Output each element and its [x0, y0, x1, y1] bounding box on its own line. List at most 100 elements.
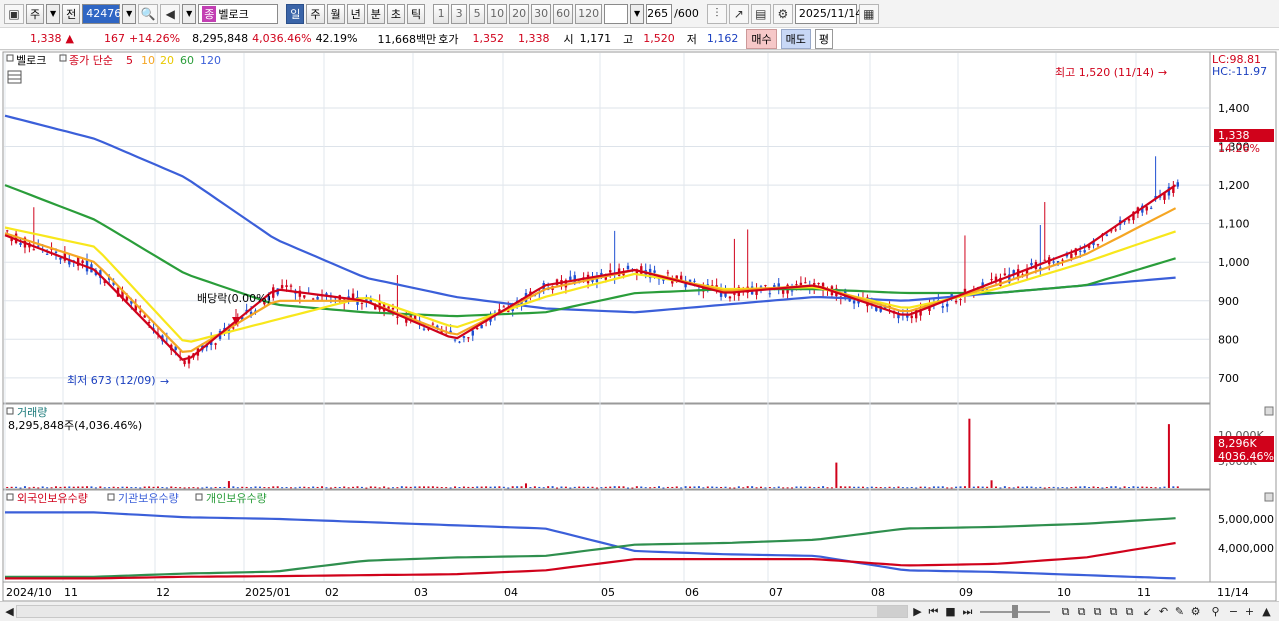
volume-bar [1061, 487, 1064, 489]
calendar-icon[interactable]: ▦ [858, 3, 879, 24]
volume-bar [972, 486, 975, 488]
layout-icon[interactable]: ⧉ [1074, 604, 1089, 619]
volume-bar [1039, 486, 1042, 488]
volume-bar [600, 487, 603, 489]
chart-toolbar: ▣ 주 ▼ 전 424760 ▼ 🔍 ◀ ▼ 종 벨로크 일 주 월 년 분 초… [0, 0, 1279, 28]
volume-bar [861, 486, 864, 488]
layout-icon[interactable]: ⧉ [1106, 604, 1121, 619]
volume-bar [813, 487, 816, 489]
volume-bar [99, 486, 102, 488]
volume-bar [866, 487, 869, 489]
scroll-right-icon[interactable]: ▶ [910, 604, 925, 619]
chevron-down-icon[interactable]: ▼ [630, 3, 645, 24]
interval-60-button[interactable]: 60 [553, 3, 574, 24]
search-icon[interactable]: 🔍 [138, 3, 159, 24]
volume-bar [312, 486, 315, 488]
volume-bar [1136, 486, 1139, 488]
period-tick-button[interactable]: 틱 [407, 3, 426, 24]
low-label: 저 [686, 32, 697, 46]
zoom-icon[interactable]: ⚲ [1208, 604, 1223, 619]
gear-icon[interactable]: ⚙ [772, 3, 793, 24]
edit-icon[interactable]: ✎ [1172, 604, 1187, 619]
settings-icon[interactable]: ⚙ [1188, 604, 1203, 619]
window-menu-icon[interactable]: ▣ [4, 3, 24, 24]
chevron-down-icon[interactable]: ▼ [182, 3, 197, 24]
zoom-in-icon[interactable]: + [1242, 604, 1257, 619]
interval-10-button[interactable]: 10 [487, 3, 508, 24]
volume-bar [458, 487, 461, 489]
chart-scroll-track[interactable] [16, 605, 908, 618]
panel-close-icon[interactable] [1264, 406, 1274, 416]
stock-name-field[interactable]: 종 벨로크 [198, 3, 279, 24]
layout-icon[interactable]: ⧉ [1090, 604, 1105, 619]
price-chart-svg[interactable]: 1,4001,3001,2001,1001,000900800700 2024/… [0, 51, 1279, 602]
period-month-button[interactable]: 월 [326, 3, 345, 24]
period-second-button[interactable]: 초 [386, 3, 405, 24]
sell-button[interactable]: 매도 [780, 28, 811, 49]
interval-30-button[interactable]: 30 [531, 3, 552, 24]
zoom-slider-handle[interactable] [1012, 605, 1018, 618]
period-select[interactable]: 주 [26, 3, 45, 24]
volume-bar [498, 486, 501, 488]
interval-1-button[interactable]: 1 [433, 3, 450, 24]
bar-count-input[interactable]: 265 [646, 3, 673, 24]
volume-bar [179, 487, 182, 489]
candle-body [45, 253, 49, 255]
volume-bar [201, 487, 204, 489]
stop-icon[interactable]: ■ [943, 604, 958, 619]
volume-bar [493, 486, 496, 488]
volume-bar [1128, 486, 1131, 488]
panel-close-icon[interactable] [1264, 492, 1274, 502]
candle-body [1043, 259, 1046, 261]
rewind-icon[interactable]: ⏮ [926, 604, 941, 619]
period-day-button[interactable]: 일 [286, 3, 305, 24]
scroll-left-icon[interactable]: ◀ [2, 604, 17, 619]
speaker-icon[interactable]: ◀ [160, 3, 181, 24]
save-icon[interactable]: ▤ [750, 3, 771, 24]
chart-scroll-thumb[interactable] [877, 606, 907, 617]
measure-icon[interactable]: ↙ [1140, 604, 1155, 619]
volume-bar [950, 487, 953, 489]
volume-bar [937, 486, 940, 488]
interval-20-button[interactable]: 20 [509, 3, 530, 24]
volume-bar [1017, 486, 1020, 488]
chart-area[interactable]: 1,400 1,300 1,200 1,100 1,000 900 800 700 2024/… [0, 51, 1279, 602]
volume-bar [289, 487, 292, 489]
volume-bar [63, 486, 66, 488]
turnover-pct: 42.19% [315, 32, 358, 45]
volume-bar [134, 487, 137, 489]
fit-icon[interactable]: ▲ [1259, 604, 1274, 619]
period-year-button[interactable]: 년 [346, 3, 365, 24]
chevron-down-icon[interactable]: ▼ [46, 3, 61, 24]
chart-type-icon[interactable]: ⫶ [706, 3, 727, 24]
draw-tool-icon[interactable]: ↗ [728, 3, 749, 24]
even-button[interactable]: 평 [814, 28, 833, 49]
prev-button[interactable]: 전 [62, 3, 81, 24]
layout-icon[interactable]: ⧉ [1122, 604, 1137, 619]
forward-icon[interactable]: ⏭ [960, 604, 975, 619]
date-input[interactable]: 2025/11/14 [794, 3, 862, 24]
table-icon[interactable] [7, 70, 22, 84]
period-week-button[interactable]: 주 [306, 3, 325, 24]
candle-body [1083, 250, 1086, 253]
volume-bar [728, 487, 731, 489]
code-dropdown-icon[interactable]: ▼ [122, 3, 137, 24]
interval-120-button[interactable]: 120 [575, 3, 603, 24]
volume-bar [418, 486, 421, 488]
candle-body [666, 272, 670, 274]
period-minute-button[interactable]: 분 [366, 3, 385, 24]
stock-code-input[interactable]: 424760 [82, 3, 128, 24]
candle-body [1030, 263, 1033, 266]
interval-3-button[interactable]: 3 [451, 3, 468, 24]
layout-icon[interactable]: ⧉ [1058, 604, 1073, 619]
volume-bar [773, 487, 776, 489]
volume-bar [1026, 486, 1029, 488]
volume-bar [276, 486, 279, 488]
volume-bar [702, 487, 705, 489]
interval-custom-input[interactable] [604, 3, 629, 24]
interval-5-button[interactable]: 5 [469, 3, 486, 24]
volume-bar [618, 486, 621, 488]
zoom-out-icon[interactable]: − [1226, 604, 1241, 619]
buy-button[interactable]: 매수 [746, 28, 777, 49]
undo-icon[interactable]: ↶ [1156, 604, 1171, 619]
